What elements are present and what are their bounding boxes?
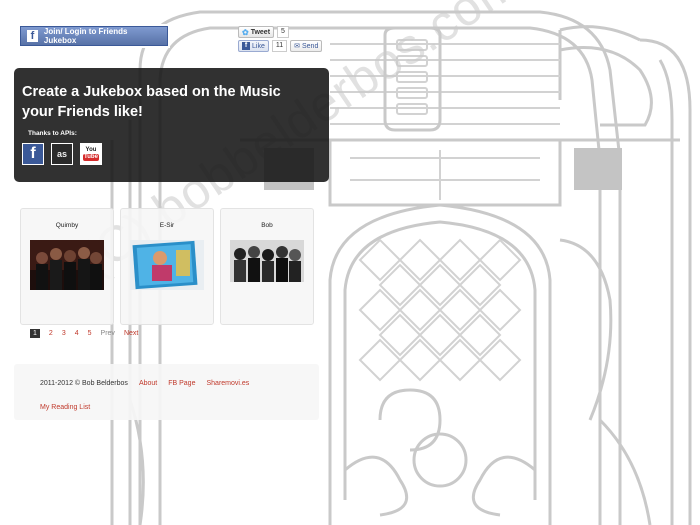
hero-panel: Create a Jukebox based on the Music your… <box>14 68 329 182</box>
artist-name: Bob <box>261 222 273 229</box>
facebook-icon: f <box>242 42 250 50</box>
artist-card[interactable]: Bob <box>220 208 314 325</box>
page-link-5[interactable]: 5 <box>88 330 92 337</box>
artist-name: E-Sir <box>159 222 175 229</box>
facebook-login-button[interactable]: f Join/ Login to Friends Jukebox <box>18 24 170 48</box>
api-icon-list: f as You Tube <box>22 143 321 165</box>
reading-list-link[interactable]: My Reading List <box>40 404 90 411</box>
page-link-2[interactable]: 2 <box>49 330 53 337</box>
youtube-icon[interactable]: You Tube <box>80 143 102 165</box>
thanks-label: Thanks to APIs: <box>28 130 77 137</box>
artist-grid: Quimby E-Sir Bob <box>20 208 314 325</box>
footer-link-fb-page[interactable]: FB Page <box>168 380 195 387</box>
facebook-icon: f <box>27 30 38 42</box>
artist-photo <box>230 240 304 290</box>
lastfm-icon[interactable]: as <box>51 143 73 165</box>
tweet-count: 5 <box>277 26 289 38</box>
prev-link: Prev <box>100 330 115 337</box>
like-label: Like <box>252 42 265 50</box>
tweet-label: Tweet <box>250 28 271 36</box>
artist-card[interactable]: E-Sir <box>120 208 214 325</box>
copyright-text: 2011-2012 © Bob Belderbos <box>40 379 128 387</box>
footer: 2011-2012 © Bob Belderbos About FB Page … <box>14 364 319 420</box>
send-icon: ✉ <box>294 43 300 50</box>
page-link-1[interactable]: 1 <box>30 329 40 338</box>
social-share-bar: ✿ Tweet 5 f Like 11 ✉ Send <box>238 26 323 54</box>
footer-link-sharemovies[interactable]: Sharemovi.es <box>206 380 249 387</box>
login-label: Join/ Login to Friends Jukebox <box>43 27 128 45</box>
next-link[interactable]: Next <box>124 330 138 337</box>
hero-title: Create a Jukebox based on the Music your… <box>22 84 281 120</box>
twitter-bird-icon: ✿ <box>242 27 249 37</box>
like-button[interactable]: f Like <box>238 40 269 52</box>
send-button[interactable]: ✉ Send <box>290 40 323 52</box>
facebook-icon[interactable]: f <box>22 143 44 165</box>
artist-photo <box>30 240 104 290</box>
artist-name: Quimby <box>55 222 79 229</box>
artist-card[interactable]: Quimby <box>20 208 114 325</box>
artist-photo <box>130 240 204 290</box>
footer-link-about[interactable]: About <box>139 380 157 387</box>
pagination: 1 2 3 4 5 Prev Next <box>30 329 138 338</box>
send-label: Send <box>302 42 319 50</box>
like-count: 11 <box>271 40 288 52</box>
tweet-button[interactable]: ✿ Tweet <box>238 26 275 38</box>
page-link-4[interactable]: 4 <box>75 330 79 337</box>
page-link-3[interactable]: 3 <box>62 330 66 337</box>
